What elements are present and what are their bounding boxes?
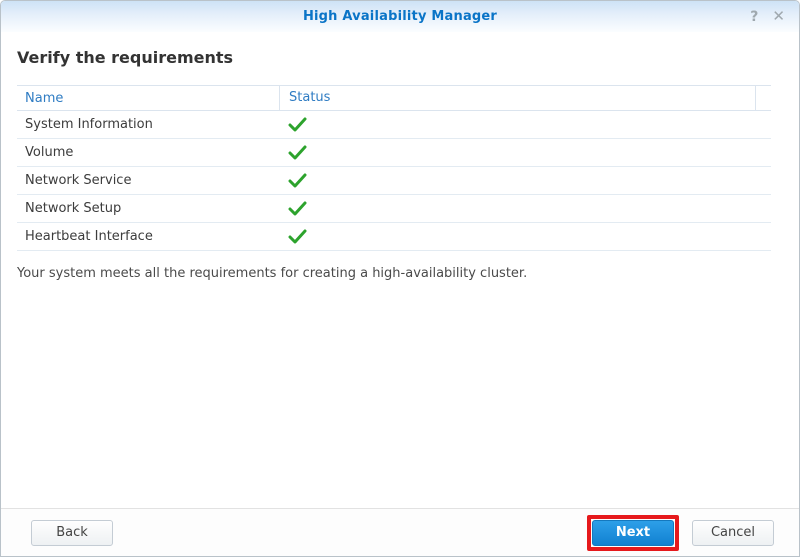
close-icon[interactable]: ✕ bbox=[772, 9, 785, 24]
page-title: Verify the requirements bbox=[17, 48, 234, 67]
table-row: System Information bbox=[17, 111, 771, 139]
requirement-status bbox=[279, 145, 771, 160]
requirement-name: Heartbeat Interface bbox=[25, 229, 153, 244]
help-icon[interactable]: ? bbox=[750, 10, 758, 24]
window-title: High Availability Manager bbox=[302, 9, 498, 24]
column-header-spacer bbox=[755, 85, 771, 111]
cancel-button[interactable]: Cancel bbox=[692, 519, 774, 546]
wizard-content: Verify the requirements Name Status Syst… bbox=[1, 32, 799, 508]
table-row: Volume bbox=[17, 139, 771, 167]
requirement-name: Network Setup bbox=[25, 201, 122, 216]
footer-bar: Back Next Cancel bbox=[1, 508, 799, 556]
next-button-annotation-highlight: Next bbox=[587, 514, 679, 551]
high-availability-manager-dialog: High Availability Manager ? ✕ Verify the… bbox=[0, 0, 800, 557]
back-button[interactable]: Back bbox=[31, 519, 113, 546]
column-header-status: Status bbox=[279, 85, 755, 111]
table-header-row: Name Status bbox=[17, 85, 771, 111]
requirements-table: Name Status System Information Volume Ne… bbox=[17, 85, 771, 251]
table-row: Heartbeat Interface bbox=[17, 223, 771, 251]
next-button[interactable]: Next bbox=[592, 519, 674, 546]
requirement-name: Volume bbox=[25, 145, 74, 160]
requirement-status bbox=[279, 201, 771, 216]
table-row: Network Service bbox=[17, 167, 771, 195]
column-header-name: Name bbox=[25, 90, 64, 106]
check-icon bbox=[288, 201, 307, 216]
check-icon bbox=[288, 229, 307, 244]
requirement-name: Network Service bbox=[25, 173, 132, 188]
check-icon bbox=[288, 117, 307, 132]
check-icon bbox=[288, 173, 307, 188]
check-icon bbox=[288, 145, 307, 160]
requirement-status bbox=[279, 117, 771, 132]
requirement-status bbox=[279, 229, 771, 244]
table-body: System Information Volume Network Servic… bbox=[17, 111, 771, 251]
table-row: Network Setup bbox=[17, 195, 771, 223]
requirement-name: System Information bbox=[25, 117, 153, 132]
requirement-status bbox=[279, 173, 771, 188]
result-message: Your system meets all the requirements f… bbox=[17, 266, 528, 281]
titlebar: High Availability Manager ? ✕ bbox=[1, 1, 799, 32]
